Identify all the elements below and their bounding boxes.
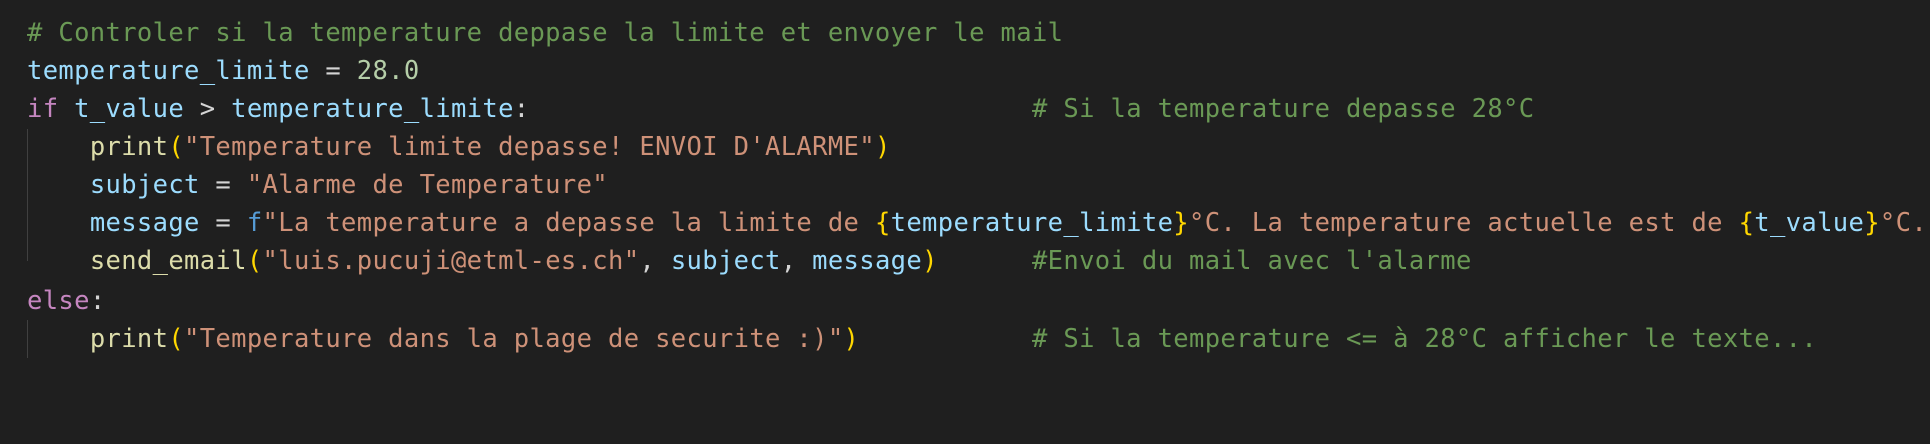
variable: subject [670,246,781,276]
brace-close: } [1864,208,1880,238]
paren-open: ( [246,246,263,276]
code-line-5[interactable]: subject = "Alarme de Temperature" [27,166,608,204]
function-name: print [89,324,169,354]
operator: = [309,56,357,86]
string-literal: °C. La temperature actuelle est de [1189,208,1739,238]
comment: # Si la temperature <= à 28°C afficher l… [1031,324,1818,354]
brace-close: } [1173,208,1189,238]
keyword: if [27,94,59,124]
comment: # Controler si la temperature deppase la… [27,18,1064,48]
string-literal: "Alarme de Temperature" [246,170,608,200]
colon: : [513,94,530,124]
variable: temperature_limite [27,56,310,86]
variable: t_value [1754,208,1865,238]
variable: temperature_limite [231,94,514,124]
function-name: print [89,132,169,162]
variable: message [89,208,200,238]
string-literal: "Temperature limite depasse! ENVOI D'ALA… [184,132,875,162]
comment: #Envoi du mail avec l'alarme [1031,246,1472,276]
brace-open: { [1738,208,1755,238]
comment: # Si la temperature depasse 28°C [1031,94,1535,124]
variable: t_value [74,94,185,124]
paren-close: ) [874,132,891,162]
paren-close: ) [922,246,938,276]
code-line-6[interactable]: message = f"La temperature a depasse la … [27,204,1930,242]
operator: > [184,94,232,124]
code-line-7[interactable]: send_email("luis.pucuji@etml-es.ch", sub… [27,242,1472,280]
operator: = [199,208,247,238]
paren-open: ( [168,324,185,354]
keyword: else [27,286,90,316]
brace-open: { [874,208,891,238]
function-name: send_email [89,246,247,276]
code-line-1[interactable]: # Controler si la temperature deppase la… [27,14,1063,52]
number-literal: 28.0 [356,56,420,86]
code-line-3[interactable]: if t_value > temperature_limite: # Si la… [27,90,1534,128]
variable: message [812,246,923,276]
code-editor[interactable]: # Controler si la temperature deppase la… [0,0,1930,444]
code-line-4[interactable]: print("Temperature limite depasse! ENVOI… [27,128,891,166]
paren-close: ) [843,324,860,354]
variable: subject [89,170,200,200]
variable: temperature_limite [890,208,1174,238]
string-literal: "Temperature dans la plage de securite :… [184,324,844,354]
comma: , [639,246,671,276]
string-literal: "La temperature a depasse la limite de [262,208,875,238]
code-line-8[interactable]: else: [27,282,106,320]
operator: = [199,170,247,200]
string-literal: "luis.pucuji@etml-es.ch" [262,246,640,276]
fstring-prefix: f [246,208,263,238]
colon: : [89,286,106,316]
string-literal: °C." [1879,208,1930,238]
code-line-2[interactable]: temperature_limite = 28.0 [27,52,420,90]
paren-open: ( [168,132,185,162]
code-line-9[interactable]: print("Temperature dans la plage de secu… [27,320,1817,358]
comma: , [780,246,813,276]
